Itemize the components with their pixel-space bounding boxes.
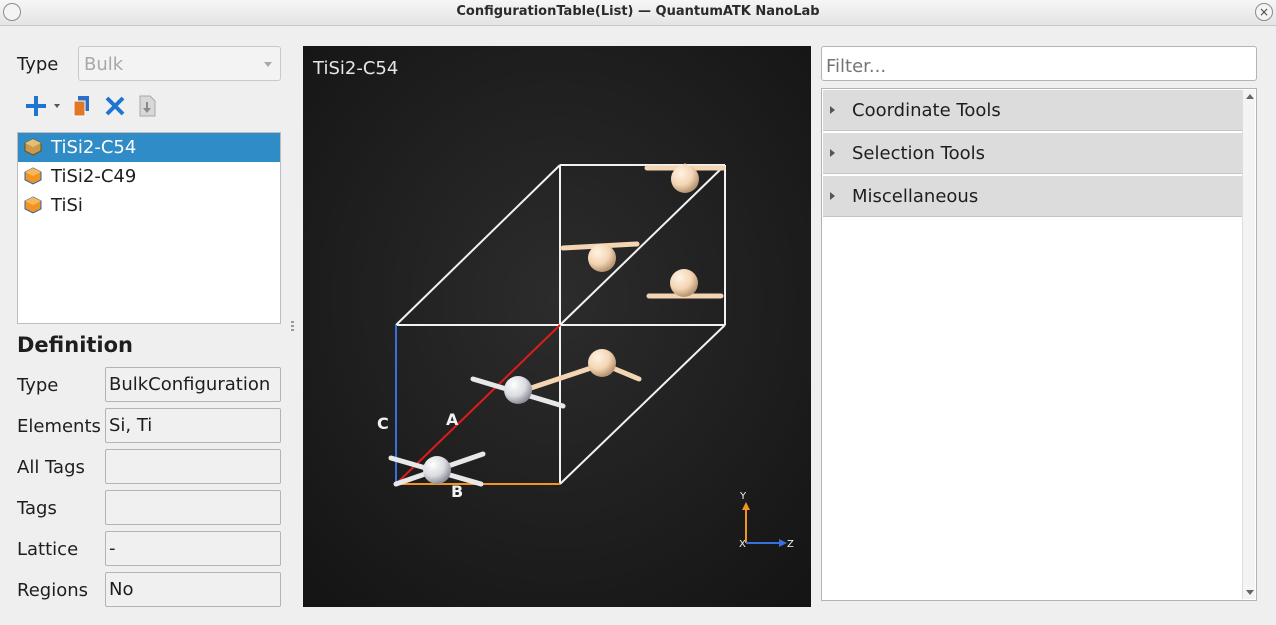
type-combobox[interactable]: Bulk — [78, 46, 281, 81]
tool-section-label: Miscellaneous — [852, 186, 979, 207]
bulk-configuration-icon — [24, 196, 42, 214]
lattice-label-b: B — [451, 482, 463, 501]
lattice-label-c: C — [377, 414, 389, 433]
definition-all-tags-label: All Tags — [17, 457, 85, 478]
definition-tags-field[interactable] — [105, 490, 281, 525]
axis-label-y: Y — [739, 491, 747, 502]
list-item-label: TiSi2-C54 — [51, 137, 137, 158]
list-item[interactable]: TiSi2-C54 — [18, 133, 280, 162]
viewer-title: TiSi2-C54 — [313, 58, 399, 79]
type-combobox-value: Bulk — [84, 54, 124, 75]
structure-view-canvas[interactable]: C A B Y X Z — [303, 46, 811, 607]
tool-section-selection-tools[interactable]: Selection Tools — [823, 133, 1243, 174]
delete-icon — [105, 96, 125, 116]
splitter-handle[interactable] — [291, 321, 294, 333]
list-item[interactable]: TiSi — [18, 191, 280, 220]
import-button[interactable] — [137, 94, 163, 118]
silicon-atom[interactable] — [504, 376, 532, 404]
configuration-list[interactable]: TiSi2-C54 TiSi2-C49 TiSi — [17, 132, 281, 324]
definition-tags-label: Tags — [17, 498, 57, 519]
type-label: Type — [17, 54, 59, 75]
tool-section-label: Coordinate Tools — [852, 100, 1001, 121]
filter-input[interactable] — [821, 46, 1257, 81]
list-item-label: TiSi — [51, 195, 83, 216]
delete-button[interactable] — [103, 94, 129, 118]
definition-elements-field[interactable]: Si, Ti — [105, 408, 281, 443]
definition-regions-field[interactable]: No — [105, 572, 281, 607]
chevron-right-icon — [830, 106, 835, 114]
scroll-up-icon[interactable] — [1246, 94, 1254, 99]
bulk-configuration-icon — [24, 138, 42, 156]
list-item[interactable]: TiSi2-C49 — [18, 162, 280, 191]
bulk-configuration-icon — [24, 167, 42, 185]
chevron-right-icon — [830, 192, 835, 200]
definition-lattice-field[interactable]: - — [105, 531, 281, 566]
axis-label-x: X — [739, 539, 746, 550]
tools-scrollbar[interactable] — [1242, 90, 1255, 599]
tool-section-miscellaneous[interactable]: Miscellaneous — [823, 176, 1243, 217]
copy-button[interactable] — [72, 94, 98, 118]
titanium-atom[interactable] — [671, 165, 699, 193]
add-button[interactable] — [24, 94, 60, 118]
tool-section-label: Selection Tools — [852, 143, 986, 164]
tool-section-coordinate-tools[interactable]: Coordinate Tools — [823, 90, 1243, 131]
axis-label-z: Z — [787, 539, 794, 550]
window-title: ConfigurationTable(List) — QuantumATK Na… — [456, 4, 820, 19]
definition-heading: Definition — [17, 333, 134, 357]
viewer-background — [303, 46, 811, 607]
title-bar: ConfigurationTable(List) — QuantumATK Na… — [0, 0, 1276, 26]
silicon-atom[interactable] — [423, 456, 451, 484]
chevron-down-icon — [264, 62, 272, 67]
import-icon — [139, 95, 156, 117]
copy-icon — [73, 96, 89, 117]
definition-lattice-label: Lattice — [17, 539, 79, 560]
plus-icon — [26, 96, 60, 116]
titanium-atom[interactable] — [588, 244, 616, 272]
definition-type-label: Type — [17, 375, 59, 396]
definition-type-field[interactable]: BulkConfiguration — [105, 367, 281, 402]
definition-elements-label: Elements — [17, 416, 101, 437]
titanium-atom[interactable] — [588, 349, 616, 377]
definition-all-tags-field[interactable] — [105, 449, 281, 484]
scroll-down-icon[interactable] — [1246, 590, 1254, 595]
structure-viewer[interactable]: C A B Y X Z TiSi2-C54 — [303, 46, 811, 607]
close-button[interactable]: × — [1255, 3, 1273, 21]
titanium-atom[interactable] — [670, 269, 698, 297]
list-item-label: TiSi2-C49 — [51, 166, 137, 187]
chevron-right-icon — [830, 149, 835, 157]
lattice-label-a: A — [446, 410, 459, 429]
definition-regions-label: Regions — [17, 580, 88, 601]
tools-panel: Coordinate Tools Selection Tools Miscell… — [821, 88, 1257, 601]
